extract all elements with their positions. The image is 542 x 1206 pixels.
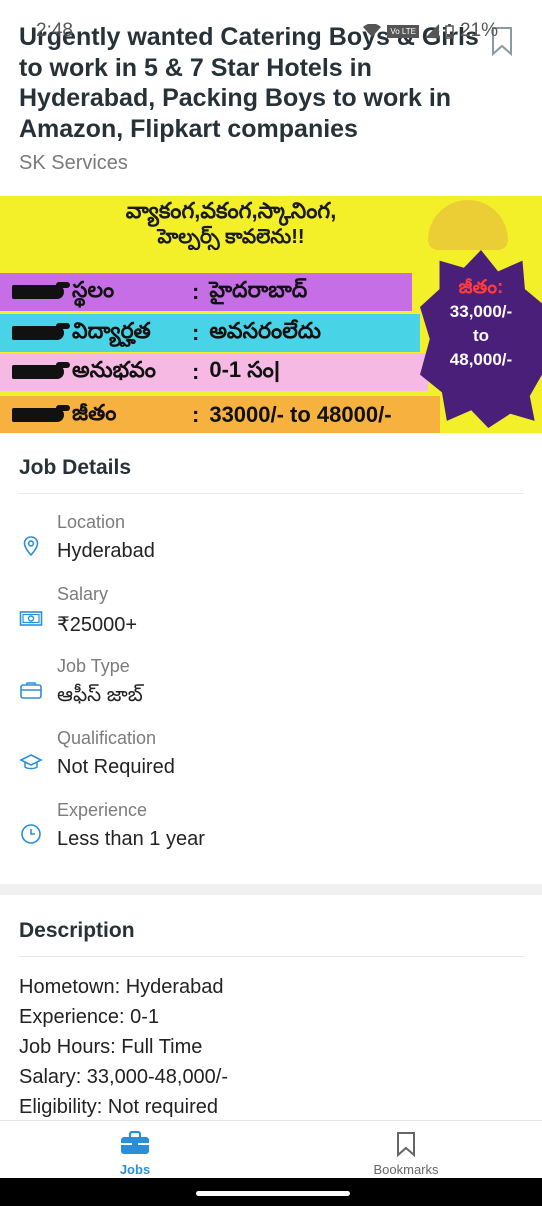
banner-row-value: 0-1 సం| xyxy=(209,356,280,382)
location-pin-icon xyxy=(23,536,39,557)
nav-jobs[interactable]: Jobs xyxy=(75,1121,195,1179)
section-separator xyxy=(0,884,542,895)
banner-row-qualification: విద్యార్హత : అవసరంలేదు xyxy=(0,314,420,352)
detail-label: Experience xyxy=(57,800,148,820)
system-navigation-bar xyxy=(0,1178,542,1206)
job-title: Urgently wanted Catering Boys & Girls to… xyxy=(19,23,479,143)
burst-to: to xyxy=(472,326,490,345)
detail-label: Location xyxy=(57,512,126,532)
banner-row-label: జీతం xyxy=(72,399,117,425)
briefcase-icon xyxy=(121,1131,149,1154)
description-body: Hometown: Hyderabad Experience: 0-1 Job … xyxy=(19,972,228,1122)
detail-label: Job Type xyxy=(57,656,130,676)
cash-icon xyxy=(19,611,43,626)
banner-row-experience: అనుభవం : 0-1 సం| xyxy=(0,353,428,391)
detail-job-type: Job Type ఆఫీస్ జాబ్ xyxy=(0,656,542,728)
divider xyxy=(19,956,524,957)
nav-bookmarks[interactable]: Bookmarks xyxy=(346,1121,466,1179)
home-gesture-pill[interactable] xyxy=(196,1191,350,1196)
detail-value: ₹25000+ xyxy=(57,614,138,636)
banner-row-location: స్థలం : హైదరాబాద్ xyxy=(0,273,412,311)
banner-row-value: హైదరాబాద్ xyxy=(209,276,308,302)
bottom-navigation: Jobs Bookmarks xyxy=(0,1120,542,1178)
nav-bookmarks-label: Bookmarks xyxy=(373,1162,439,1177)
banner-row-label: అనుభవం xyxy=(72,356,156,382)
divider xyxy=(19,493,524,494)
detail-location: Location Hyderabad xyxy=(0,512,542,584)
detail-value: ఆఫీస్ జాబ్ xyxy=(57,684,143,706)
bookmark-icon[interactable] xyxy=(490,26,514,56)
briefcase-icon xyxy=(20,682,42,699)
description-line: Salary: 33,000-48,000/- xyxy=(19,1066,229,1088)
banner-row-label: విద్యార్హత xyxy=(72,317,151,343)
burst-upto: 48,000/- xyxy=(449,350,513,369)
detail-value: Hyderabad xyxy=(57,540,155,562)
detail-experience: Experience Less than 1 year xyxy=(0,800,542,872)
burst-from: 33,000/- xyxy=(449,302,513,321)
banner-row-salary: జీతం : 33000/- to 48000/- xyxy=(0,396,440,433)
pointing-hand-icon xyxy=(12,282,70,299)
job-banner-image: వ్యాకంగ,వకంగ,స్కానింగ, హెల్పర్స్ కావలెను… xyxy=(0,196,542,433)
detail-value: Not Required xyxy=(57,756,175,778)
pointing-hand-icon xyxy=(12,323,70,340)
job-header: Urgently wanted Catering Boys & Girls to… xyxy=(0,0,542,195)
pointing-hand-icon xyxy=(12,362,70,379)
clock-icon xyxy=(21,824,41,844)
detail-salary: Salary ₹25000+ xyxy=(0,584,542,656)
nav-jobs-label: Jobs xyxy=(119,1162,151,1177)
banner-row-label: స్థలం xyxy=(72,276,115,302)
job-details-heading: Job Details xyxy=(19,456,132,479)
detail-label: Qualification xyxy=(57,728,157,748)
description-heading: Description xyxy=(19,919,135,942)
banner-row-value: అవసరంలేదు xyxy=(209,317,321,343)
description-line: Experience: 0-1 xyxy=(19,1006,160,1028)
banner-row-value: 33000/- to 48000/- xyxy=(209,402,392,427)
detail-label: Salary xyxy=(57,584,109,604)
pointing-hand-icon xyxy=(12,405,70,422)
bookmark-icon xyxy=(397,1132,415,1157)
banner-subheadline: హెల్పర్స్ కావలెను!! xyxy=(157,226,305,248)
salary-burst-text: జీతం: 33,000/- to 48,000/- xyxy=(420,276,542,372)
description-line: Eligibility: Not required xyxy=(19,1096,218,1118)
graduation-cap-icon xyxy=(19,754,43,770)
description-line: Hometown: Hyderabad xyxy=(19,976,224,998)
detail-value: Less than 1 year xyxy=(57,828,205,850)
detail-qualification: Qualification Not Required xyxy=(0,728,542,800)
company-name[interactable]: SK Services xyxy=(19,152,128,175)
banner-headline: వ్యాకంగ,వకంగ,స్కానింగ, xyxy=(125,198,337,223)
description-line: Job Hours: Full Time xyxy=(19,1036,203,1058)
burst-label: జీతం: xyxy=(458,277,504,298)
